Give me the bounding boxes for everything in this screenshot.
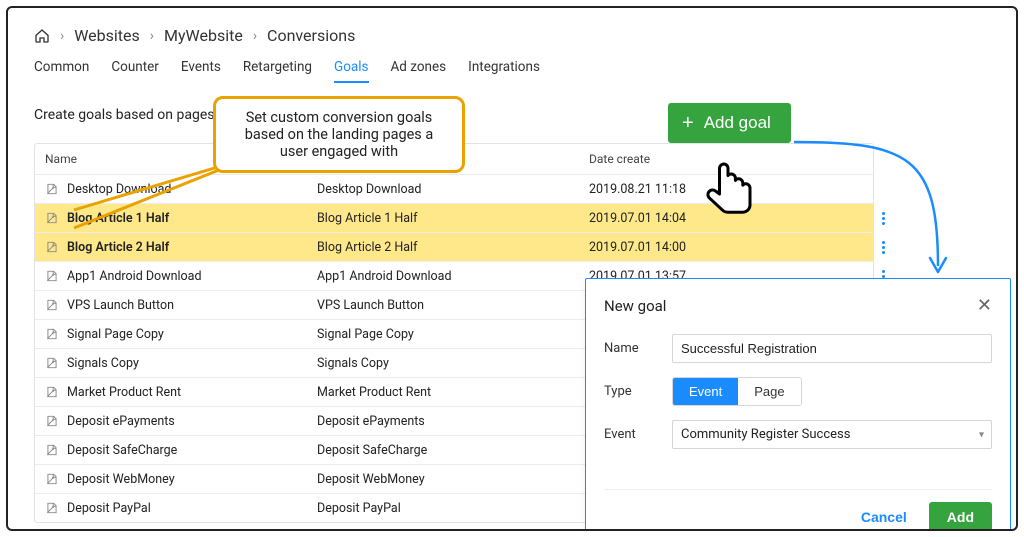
breadcrumb: › Websites › MyWebsite › Conversions bbox=[34, 26, 990, 45]
add-goal-label: Add goal bbox=[704, 113, 771, 133]
goal-description: Deposit ePayments bbox=[317, 414, 589, 429]
type-option-page[interactable]: Page bbox=[738, 378, 800, 405]
table-row[interactable]: Blog Article 1 HalfBlog Article 1 Half20… bbox=[35, 203, 873, 232]
cancel-button[interactable]: Cancel bbox=[853, 502, 915, 531]
goal-name: Deposit SafeCharge bbox=[67, 443, 177, 458]
callout-tooltip: Set custom conversion goals based on the… bbox=[213, 96, 465, 173]
dialog-title: New goal bbox=[604, 297, 666, 315]
goal-name: Blog Article 1 Half bbox=[67, 211, 169, 226]
goal-description: Market Product Rent bbox=[317, 385, 589, 400]
goal-description: Blog Article 1 Half bbox=[317, 211, 589, 226]
tab-retargeting[interactable]: Retargeting bbox=[243, 59, 312, 83]
page-subtitle: Create goals based on pages a bbox=[34, 107, 226, 123]
column-header-date: Date create bbox=[589, 152, 885, 166]
type-toggle: Event Page bbox=[672, 377, 802, 406]
event-label: Event bbox=[604, 427, 672, 442]
chevron-right-icon: › bbox=[253, 28, 257, 44]
goal-name: Blog Article 2 Half bbox=[67, 240, 169, 255]
goal-icon bbox=[45, 269, 59, 283]
goal-date: 2019.08.21 11:18 bbox=[589, 182, 686, 197]
goal-description: Desktop Download bbox=[317, 182, 589, 197]
breadcrumb-item[interactable]: Websites bbox=[74, 26, 140, 45]
goal-icon bbox=[45, 443, 59, 457]
new-goal-dialog: New goal ✕ Name Type Event Page Event Co… bbox=[585, 278, 1011, 531]
goal-description: Deposit WebMoney bbox=[317, 472, 589, 487]
table-row[interactable]: Blog Article 2 HalfBlog Article 2 Half20… bbox=[35, 232, 873, 261]
goal-date: 2019.07.01 14:04 bbox=[589, 211, 686, 226]
chevron-right-icon: › bbox=[60, 28, 64, 44]
chevron-right-icon: › bbox=[150, 28, 154, 44]
chevron-down-icon: ▾ bbox=[979, 429, 984, 440]
goal-description: App1 Android Download bbox=[317, 269, 589, 284]
add-button[interactable]: Add bbox=[929, 502, 992, 531]
goal-icon bbox=[45, 472, 59, 486]
goal-icon bbox=[45, 501, 59, 515]
tab-common[interactable]: Common bbox=[34, 59, 89, 83]
goal-name-input[interactable] bbox=[672, 334, 992, 363]
goal-name: VPS Launch Button bbox=[67, 298, 174, 313]
tab-integrations[interactable]: Integrations bbox=[468, 59, 540, 83]
goal-icon bbox=[45, 385, 59, 399]
type-option-event[interactable]: Event bbox=[673, 378, 738, 405]
goal-description: Signals Copy bbox=[317, 356, 589, 371]
goal-description: VPS Launch Button bbox=[317, 298, 589, 313]
event-select[interactable]: Community Register Success bbox=[672, 420, 992, 449]
kebab-menu-icon[interactable] bbox=[882, 212, 885, 225]
goal-icon bbox=[45, 298, 59, 312]
kebab-menu-icon[interactable] bbox=[882, 241, 885, 254]
goal-date: 2019.07.01 14:00 bbox=[589, 240, 686, 255]
goal-name: Signal Page Copy bbox=[67, 327, 164, 342]
goal-name: Deposit PayPal bbox=[67, 501, 151, 516]
close-icon[interactable]: ✕ bbox=[977, 295, 992, 316]
goal-icon bbox=[45, 414, 59, 428]
table-row[interactable]: Desktop DownloadDesktop Download2019.08.… bbox=[35, 174, 873, 203]
goal-icon bbox=[45, 182, 59, 196]
add-goal-button[interactable]: + Add goal bbox=[668, 103, 791, 143]
type-label: Type bbox=[604, 384, 672, 399]
goal-description: Signal Page Copy bbox=[317, 327, 589, 342]
goal-description: Deposit SafeCharge bbox=[317, 443, 589, 458]
goal-name: Deposit WebMoney bbox=[67, 472, 175, 487]
goal-name: Signals Copy bbox=[67, 356, 139, 371]
goal-name: Market Product Rent bbox=[67, 385, 181, 400]
goal-icon bbox=[45, 211, 59, 225]
tab-ad-zones[interactable]: Ad zones bbox=[391, 59, 447, 83]
goal-name: Deposit ePayments bbox=[67, 414, 175, 429]
home-icon[interactable] bbox=[34, 28, 50, 44]
goal-icon bbox=[45, 356, 59, 370]
goal-description: Deposit PayPal bbox=[317, 501, 589, 516]
goal-icon bbox=[45, 327, 59, 341]
tab-bar: Common Counter Events Retargeting Goals Ad zo… bbox=[34, 59, 990, 83]
goal-name: App1 Android Download bbox=[67, 269, 202, 284]
breadcrumb-item[interactable]: MyWebsite bbox=[164, 26, 243, 45]
goal-description: Blog Article 2 Half bbox=[317, 240, 589, 255]
goal-icon bbox=[45, 240, 59, 254]
plus-icon: + bbox=[682, 113, 694, 133]
tab-goals[interactable]: Goals bbox=[334, 59, 369, 83]
goal-name: Desktop Download bbox=[67, 182, 171, 197]
name-label: Name bbox=[604, 341, 672, 356]
tab-counter[interactable]: Counter bbox=[111, 59, 159, 83]
tab-events[interactable]: Events bbox=[181, 59, 221, 83]
breadcrumb-item[interactable]: Conversions bbox=[267, 26, 355, 45]
